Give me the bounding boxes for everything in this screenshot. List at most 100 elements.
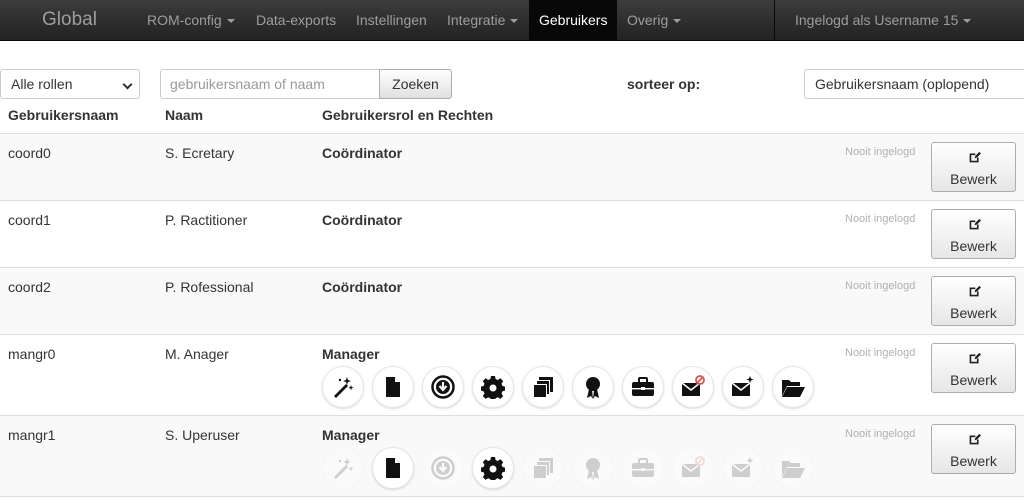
edit-button-label: Bewerk [950, 305, 997, 321]
header-role: Gebruikersrol en Rechten [322, 107, 494, 123]
edit-button[interactable]: Bewerk [931, 209, 1016, 259]
chevron-down-icon [122, 79, 133, 90]
edit-icon [969, 433, 981, 445]
permission-toggle[interactable] [522, 447, 564, 489]
search-input[interactable] [160, 69, 380, 99]
permission-toggle[interactable] [622, 447, 664, 489]
header-username[interactable]: Gebruikersnaam [8, 107, 119, 123]
gear-icon [481, 376, 505, 399]
role-cell: Coördinator [322, 279, 403, 295]
nav-data-exports[interactable]: Data-exports [246, 0, 346, 40]
edit-icon [969, 151, 981, 163]
mail-blocked-icon [681, 456, 705, 477]
permission-toggle[interactable] [572, 447, 614, 489]
nav-instellingen-label: Instellingen [356, 12, 427, 28]
mail-star-icon [731, 457, 754, 477]
role-cell: Manager [322, 427, 380, 443]
username-cell: coord1 [8, 212, 51, 228]
caret-down-icon [673, 19, 682, 24]
permission-toggle[interactable] [322, 447, 364, 489]
briefcase-icon [632, 377, 654, 396]
nav-rom-config[interactable]: ROM-config [137, 0, 245, 40]
magic-wand-icon [334, 458, 354, 479]
name-cell: M. Anager [165, 346, 229, 362]
name-cell: P. Rofessional [165, 279, 254, 295]
mail-blocked-icon [681, 375, 705, 396]
caret-down-icon [226, 19, 235, 24]
edit-button-label: Bewerk [950, 238, 997, 254]
permission-toggle[interactable] [472, 447, 514, 489]
permission-toggle[interactable] [372, 447, 414, 489]
award-icon [586, 377, 600, 399]
last-login-text: Nooit ingelogd [845, 213, 916, 225]
edit-icon [969, 285, 981, 297]
last-login-text: Nooit ingelogd [845, 347, 916, 359]
last-login-text: Nooit ingelogd [845, 280, 916, 292]
nav-data-exports-label: Data-exports [256, 12, 337, 28]
username-cell: coord2 [8, 279, 51, 295]
role-filter-select[interactable]: Alle rollen [0, 69, 140, 99]
nav-divider [774, 0, 775, 40]
role-cell: Coördinator [322, 145, 403, 161]
username-cell: mangr0 [8, 346, 56, 362]
permission-toggle[interactable] [422, 447, 464, 489]
nav-gebruikers-label: Gebruikers [539, 12, 608, 28]
role-cell: Coördinator [322, 212, 403, 228]
permission-toggle[interactable] [622, 366, 664, 408]
copy-icon [533, 377, 553, 398]
document-icon [386, 377, 400, 397]
folder-open-icon [782, 461, 805, 478]
permission-toggle[interactable] [522, 366, 564, 408]
nav-overig[interactable]: Overig [617, 0, 691, 40]
sort-select-value: Gebruikersnaam (oplopend) [815, 76, 990, 92]
permission-toggle[interactable] [772, 447, 814, 489]
edit-button[interactable]: Bewerk [931, 142, 1016, 192]
last-login-text: Nooit ingelogd [845, 146, 916, 158]
document-icon [386, 458, 400, 478]
top-navbar: Global ROM-config Data-exports Instellin… [0, 0, 1024, 41]
permission-toggle[interactable] [672, 447, 714, 489]
name-cell: S. Ecretary [165, 145, 235, 161]
permission-toggle[interactable] [722, 366, 764, 408]
nav-integratie[interactable]: Integratie [437, 0, 528, 40]
nav-gebruikers[interactable]: Gebruikers [529, 0, 617, 40]
role-filter-value: Alle rollen [11, 76, 73, 92]
permission-toggle[interactable] [572, 366, 614, 408]
permission-toggle[interactable] [372, 366, 414, 408]
permission-toggle[interactable] [322, 366, 364, 408]
caret-down-icon [963, 19, 972, 24]
search-button[interactable]: Zoeken [379, 69, 452, 99]
nav-overig-label: Overig [627, 12, 669, 28]
edit-button-label: Bewerk [950, 372, 997, 388]
brand-logo[interactable]: Global [42, 9, 97, 31]
table-row: coord2 P. Rofessional Coördinator Nooit … [0, 268, 1024, 335]
permission-toggle[interactable] [422, 366, 464, 408]
award-icon [586, 458, 600, 480]
edit-icon [969, 218, 981, 230]
edit-button[interactable]: Bewerk [931, 343, 1016, 393]
header-name[interactable]: Naam [165, 107, 203, 123]
caret-down-icon [510, 19, 519, 24]
folder-open-icon [782, 380, 805, 397]
nav-integratie-label: Integratie [447, 12, 506, 28]
table-row: coord1 P. Ractitioner Coördinator Nooit … [0, 201, 1024, 268]
edit-button[interactable]: Bewerk [931, 424, 1016, 474]
table-row: coord0 S. Ecretary Coördinator Nooit ing… [0, 134, 1024, 201]
username-cell: mangr1 [8, 427, 56, 443]
permission-toggle[interactable] [672, 366, 714, 408]
mail-star-icon [731, 376, 754, 396]
sort-select[interactable]: Gebruikersnaam (oplopend) [804, 69, 1024, 99]
edit-button-label: Bewerk [950, 453, 997, 469]
permission-toggle[interactable] [772, 366, 814, 408]
copy-icon [533, 458, 553, 479]
permission-toggle[interactable] [722, 447, 764, 489]
download-icon [431, 375, 455, 399]
magic-wand-icon [334, 377, 354, 398]
user-menu[interactable]: Ingelogd als Username 15 [785, 0, 981, 40]
nav-instellingen[interactable]: Instellingen [346, 0, 437, 40]
permission-toggle[interactable] [472, 366, 514, 408]
edit-button[interactable]: Bewerk [931, 276, 1016, 326]
name-cell: S. Uperuser [165, 427, 240, 443]
username-cell: coord0 [8, 145, 51, 161]
edit-button-label: Bewerk [950, 171, 997, 187]
